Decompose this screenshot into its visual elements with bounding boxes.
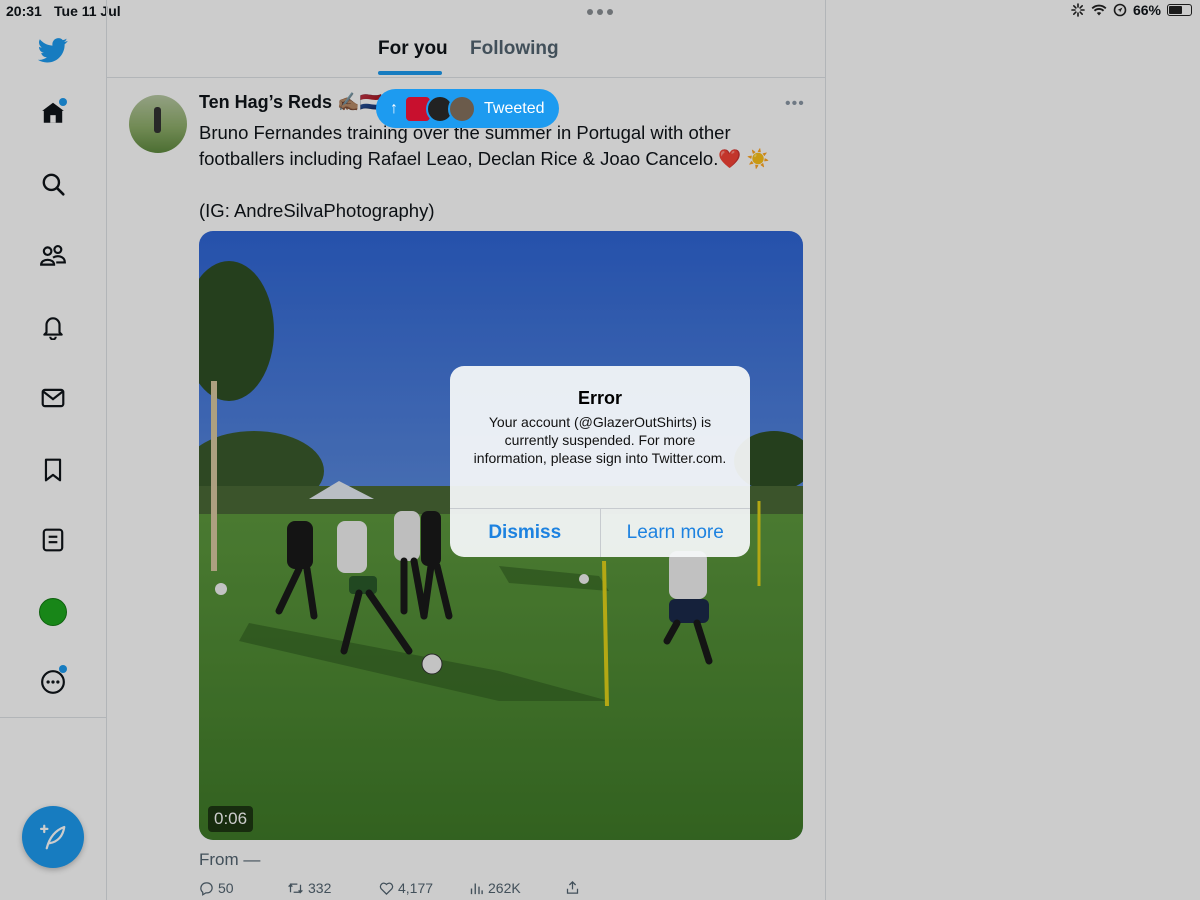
arrow-up-icon: ↑ [390, 99, 398, 117]
error-alert: Error Your account (@GlazerOutShirts) is… [450, 366, 750, 557]
new-tweets-pill[interactable]: ↑ Tweeted [376, 89, 559, 128]
alert-title: Error [577, 388, 622, 408]
dismiss-button[interactable]: Dismiss [450, 509, 601, 557]
alert-message: Your account (@GlazerOutShirts) is curre… [473, 414, 727, 466]
pill-avatar [448, 94, 476, 123]
alert-buttons: Dismiss Learn more [450, 508, 750, 557]
pill-label: Tweeted [484, 99, 545, 117]
learn-more-button[interactable]: Learn more [601, 509, 751, 557]
